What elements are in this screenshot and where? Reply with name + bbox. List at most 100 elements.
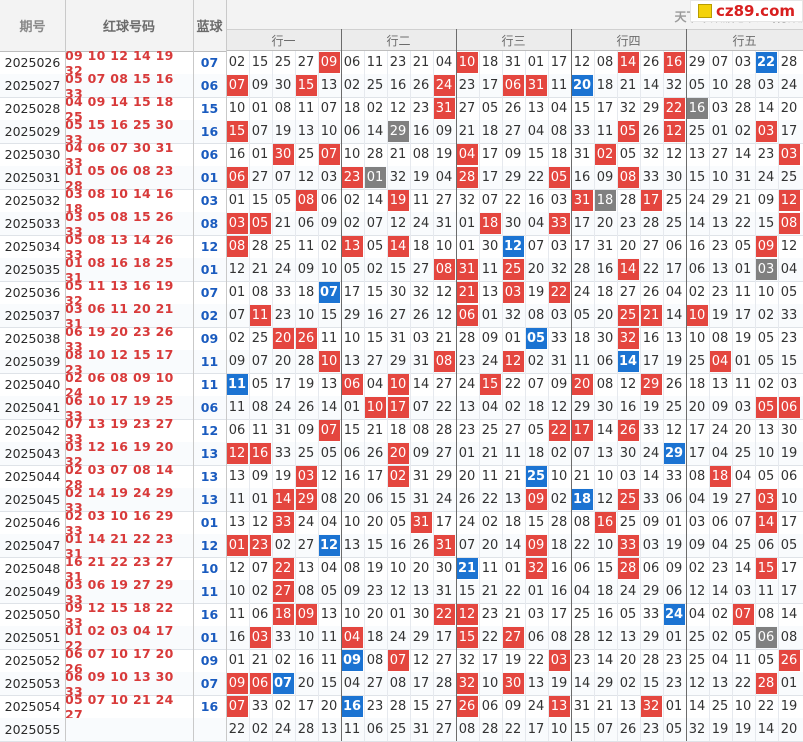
number-cell: 10 (757, 285, 775, 300)
number-cell: 01 (734, 354, 752, 369)
number-cell: 01 (481, 308, 499, 323)
number-cell: 12 (412, 653, 430, 668)
number-cell: 22 (755, 52, 777, 73)
number-cell: 12 (619, 377, 637, 392)
number-cell: 15 (479, 374, 501, 395)
number-cell: 32 (458, 653, 476, 668)
number-cell: 19 (642, 400, 660, 415)
number-cell: 07 (318, 144, 340, 165)
blue-ball-cell: 06 (200, 400, 219, 415)
number-cell: 18 (596, 584, 614, 599)
blue-ball-cell: 16 (200, 699, 219, 714)
number-cell: 02 (274, 699, 292, 714)
number-cell: 26 (642, 285, 660, 300)
number-cell: 05 (274, 193, 292, 208)
number-cell: 10 (688, 331, 706, 346)
number-cell: 05 (757, 354, 775, 369)
red-balls-header: 红球号码 (102, 20, 155, 35)
number-cell: 13 (711, 676, 729, 691)
number-cell: 14 (642, 469, 660, 484)
number-cell: 24 (433, 75, 455, 96)
number-cell: 20 (571, 75, 593, 96)
number-cell: 18 (481, 55, 499, 70)
number-cell: 25 (688, 653, 706, 668)
number-cell: 31 (734, 170, 752, 185)
number-cell: 12 (251, 515, 269, 530)
number-cell: 28 (366, 147, 384, 162)
number-cell: 09 (755, 236, 777, 257)
number-cell: 03 (734, 400, 752, 415)
number-cell: 30 (274, 78, 292, 93)
number-cell: 15 (320, 308, 338, 323)
number-cell: 27 (458, 101, 476, 116)
divider-group-1 (341, 29, 342, 741)
number-cell: 08 (226, 236, 248, 257)
number-cell: 27 (366, 354, 384, 369)
number-cell: 23 (366, 699, 384, 714)
number-cell: 11 (757, 584, 775, 599)
number-cell: 05 (757, 469, 775, 484)
number-cell: 03 (688, 515, 706, 530)
number-cell: 20 (272, 328, 294, 349)
number-cell: 04 (711, 538, 729, 553)
blue-ball-cell: 12 (200, 538, 219, 553)
number-cell: 09 (525, 489, 547, 510)
number-cell: 24 (458, 515, 476, 530)
number-cell: 08 (412, 423, 430, 438)
number-cell: 26 (458, 492, 476, 507)
number-cell: 05 (780, 538, 798, 553)
number-cell: 29 (640, 374, 662, 395)
blue-ball-cell (193, 718, 226, 741)
number-cell: 10 (297, 630, 315, 645)
number-cell: 28 (642, 216, 660, 231)
divider-period (65, 0, 66, 741)
number-cell: 23 (665, 653, 683, 668)
number-cell: 12 (780, 239, 798, 254)
number-cell: 13 (619, 699, 637, 714)
number-cell: 33 (617, 535, 639, 556)
number-cell: 10 (320, 262, 338, 277)
number-cell: 16 (341, 696, 363, 717)
number-cell: 11 (481, 561, 499, 576)
number-cell: 18 (527, 400, 545, 415)
number-cell: 04 (456, 144, 478, 165)
number-cell: 03 (550, 239, 568, 254)
period-cell: 2025026 (4, 55, 61, 70)
number-cell: 12 (297, 170, 315, 185)
number-cell: 28 (734, 101, 752, 116)
period-cell: 2025041 (4, 400, 61, 415)
number-cell: 05 (320, 584, 338, 599)
number-cell: 17 (412, 676, 430, 691)
number-cell: 17 (688, 423, 706, 438)
number-cell: 05 (734, 239, 752, 254)
number-cell: 17 (688, 446, 706, 461)
blue-ball-cell: 01 (200, 630, 219, 645)
number-cell: 26 (778, 650, 800, 671)
number-cell: 18 (709, 466, 731, 487)
number-cell: 18 (596, 78, 614, 93)
number-cell: 16 (389, 78, 407, 93)
number-cell: 17 (481, 653, 499, 668)
number-cell: 15 (573, 101, 591, 116)
number-cell: 18 (297, 285, 315, 300)
number-cell: 14 (366, 193, 384, 208)
site-logo[interactable]: cz89.com (690, 0, 803, 22)
number-cell: 04 (780, 262, 798, 277)
number-cell: 26 (642, 55, 660, 70)
number-cell: 25 (617, 489, 639, 510)
number-cell: 08 (251, 285, 269, 300)
number-cell: 09 (525, 535, 547, 556)
number-cell: 01 (458, 216, 476, 231)
number-cell: 28 (550, 515, 568, 530)
number-cell: 26 (412, 538, 430, 553)
number-cell: 10 (364, 397, 386, 418)
number-cell: 17 (573, 216, 591, 231)
number-cell: 03 (412, 331, 430, 346)
number-cell: 33 (548, 213, 570, 234)
number-cell: 16 (596, 607, 614, 622)
number-cell: 03 (755, 259, 777, 280)
number-cell: 09 (596, 170, 614, 185)
number-cell: 20 (780, 722, 798, 737)
number-cell: 20 (274, 354, 292, 369)
number-cell: 06 (341, 374, 363, 395)
